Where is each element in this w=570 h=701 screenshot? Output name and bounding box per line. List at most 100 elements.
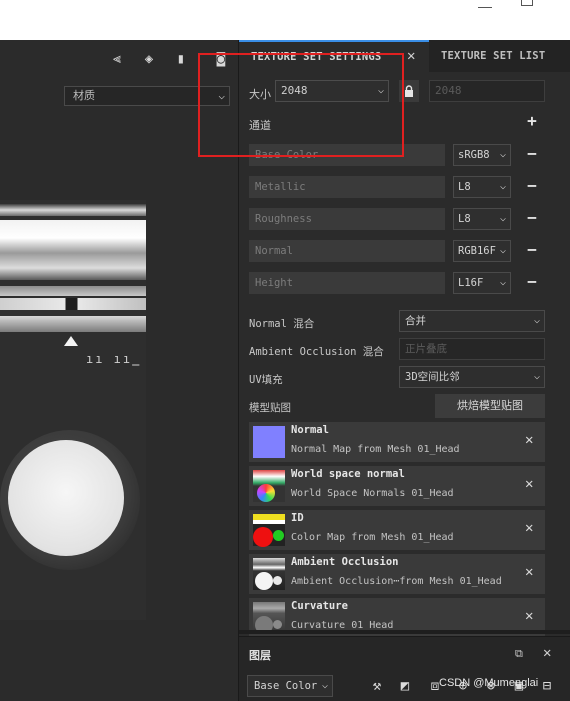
chevron-down-icon: ⌵ [533, 315, 540, 326]
remove-channel-button[interactable]: − [525, 272, 539, 294]
close-icon[interactable]: ✕ [525, 432, 533, 448]
size-lock-button[interactable] [399, 80, 419, 102]
normal-mix-select[interactable]: 合并 ⌵ [399, 310, 545, 332]
camera-video-icon[interactable]: ▮ [170, 50, 192, 68]
preview-strip [0, 286, 146, 296]
ao-mix-field[interactable]: 正片叠底 [399, 338, 545, 360]
window-titlebar [0, 0, 570, 40]
remove-channel-button[interactable]: − [525, 208, 539, 230]
mesh-map-item[interactable]: Normal Normal Map from Mesh 01_Head ✕ [249, 422, 545, 462]
restore-icon[interactable] [521, 0, 533, 6]
ao-mix-label: Ambient Occlusion 混合 [249, 346, 384, 358]
texture-viewport: ⫷ ◈ ▮ ◙ 材质 ⌵ ıı ıı‗ [0, 40, 238, 701]
mesh-map-item[interactable]: World space normal World Space Normals 0… [249, 466, 545, 506]
minimize-icon[interactable] [478, 2, 492, 8]
channel-row: Height L16F ⌵ − [249, 272, 555, 294]
channel-format-value: RGB16F [458, 245, 496, 257]
layers-title: 图层 [249, 649, 271, 662]
channel-format-select[interactable]: L8 ⌵ [453, 176, 511, 198]
material-select[interactable]: 材质 ⌵ [64, 86, 230, 106]
watermark: CSDN @Mumenglai [439, 677, 539, 689]
viewport-toolbar: ⫷ ◈ ▮ ◙ [0, 40, 238, 76]
preview-strip [0, 316, 146, 332]
uv-padding-select[interactable]: 3D空间比邻 ⌵ [399, 366, 545, 388]
tab-texture-set-list[interactable]: TEXTURE SET LIST [429, 40, 570, 72]
channel-format-value: L16F [458, 277, 484, 289]
size-select[interactable]: 2048 ⌵ [275, 80, 389, 102]
channel-format-value: L8 [458, 213, 471, 225]
texture-preview: ıı ıı‗ [0, 200, 146, 620]
channel-row: Metallic L8 ⌵ − [249, 176, 555, 198]
close-icon[interactable]: ✕ [407, 40, 415, 72]
channel-format-value: L8 [458, 181, 471, 193]
preview-strip [0, 298, 146, 310]
preview-strip [0, 204, 146, 216]
size-select-value: 2048 [281, 84, 308, 97]
remove-channel-button[interactable]: − [525, 240, 539, 262]
preview-triangle [64, 336, 78, 346]
remove-channel-button[interactable]: − [525, 176, 539, 198]
normal-mix-label: Normal 混合 [249, 318, 315, 330]
channel-name[interactable]: Base Color [249, 144, 445, 166]
bake-mesh-maps-button[interactable]: 烘焙模型贴图 [435, 394, 545, 418]
mesh-map-item[interactable]: Ambient Occlusion Ambient Occlusion⋯from… [249, 554, 545, 594]
chevron-down-icon: ⌵ [499, 277, 506, 288]
preview-sphere-inner [8, 440, 124, 556]
ao-swatch-icon [253, 558, 285, 590]
mesh-map-item[interactable]: ID Color Map from Mesh 01_Head ✕ [249, 510, 545, 550]
linked-size-input[interactable]: 2048 [429, 80, 545, 102]
channel-row: Base Color sRGB8 ⌵ − [249, 144, 555, 166]
normal-swatch-icon [253, 426, 285, 458]
channel-name[interactable]: Normal [249, 240, 445, 262]
add-channel-button[interactable]: + [525, 113, 539, 129]
close-icon[interactable]: ✕ [525, 564, 533, 580]
chevron-down-icon: ⌵ [499, 149, 506, 160]
tab-texture-set-settings[interactable]: TEXTURE SET SETTINGS [239, 40, 429, 72]
texture-set-panel: TEXTURE SET SETTINGS ✕ TEXTURE SET LIST … [238, 40, 570, 701]
cube-icon[interactable]: ◈ [138, 50, 160, 68]
close-icon[interactable]: ✕ [525, 520, 533, 536]
layers-channel-select[interactable]: Base Color ⌵ [247, 675, 333, 697]
channel-format-select[interactable]: sRGB8 ⌵ [453, 144, 511, 166]
magic-wand-icon[interactable]: ⚒ [367, 675, 387, 697]
chevron-down-icon: ⌵ [321, 680, 328, 691]
mesh-map-title: ID [291, 512, 304, 524]
chevron-down-icon: ⌵ [533, 371, 540, 382]
close-icon[interactable]: ✕ [525, 476, 533, 492]
delete-layer-icon[interactable]: ⊟ [537, 675, 557, 697]
close-icon[interactable]: ✕ [525, 608, 533, 624]
panel-divider[interactable] [239, 630, 570, 634]
symmetry-icon[interactable]: ⫷ [106, 50, 128, 68]
channel-row: Roughness L8 ⌵ − [249, 208, 555, 230]
uv-padding-value: 3D空间比邻 [405, 371, 460, 383]
panel-tabs: TEXTURE SET SETTINGS ✕ TEXTURE SET LIST [239, 40, 570, 72]
channel-format-select[interactable]: L16F ⌵ [453, 272, 511, 294]
mask-icon[interactable]: ◩ [395, 675, 415, 697]
uv-padding-label: UV填充 [249, 374, 283, 386]
channel-name[interactable]: Height [249, 272, 445, 294]
channel-format-select[interactable]: RGB16F ⌵ [453, 240, 511, 262]
remove-channel-button[interactable]: − [525, 144, 539, 166]
chevron-down-icon: ⌵ [499, 181, 506, 192]
close-icon[interactable]: ✕ [543, 645, 551, 661]
channel-name[interactable]: Metallic [249, 176, 445, 198]
channels-label: 通道 [249, 119, 271, 132]
lock-icon [405, 85, 413, 97]
layers-channel-value: Base Color [254, 680, 318, 692]
mesh-map-title: Normal [291, 424, 329, 436]
mesh-map-title: World space normal [291, 468, 405, 480]
chevron-down-icon: ⌵ [499, 245, 506, 256]
mesh-map-subtitle: World Space Normals 01_Head [291, 488, 454, 499]
popout-icon[interactable]: ⧉ [515, 647, 523, 661]
channel-format-select[interactable]: L8 ⌵ [453, 208, 511, 230]
mesh-map-subtitle: Ambient Occlusion⋯from Mesh 01_Head [291, 576, 502, 587]
normal-mix-value: 合并 [405, 315, 426, 327]
preview-strip [0, 220, 146, 280]
layers-panel: 图层 ⧉ ✕ Base Color ⌵ ⚒ ◩ ⧈ ⊕ ⊗ ▣ ⊟ CSDN @M… [239, 636, 570, 701]
channel-row: Normal RGB16F ⌵ − [249, 240, 555, 262]
mesh-maps-label: 模型贴图 [249, 402, 291, 414]
channel-name[interactable]: Roughness [249, 208, 445, 230]
mesh-map-title: Ambient Occlusion [291, 556, 399, 568]
id-swatch-icon [253, 514, 285, 547]
screenshot-camera-icon[interactable]: ◙ [210, 50, 232, 68]
